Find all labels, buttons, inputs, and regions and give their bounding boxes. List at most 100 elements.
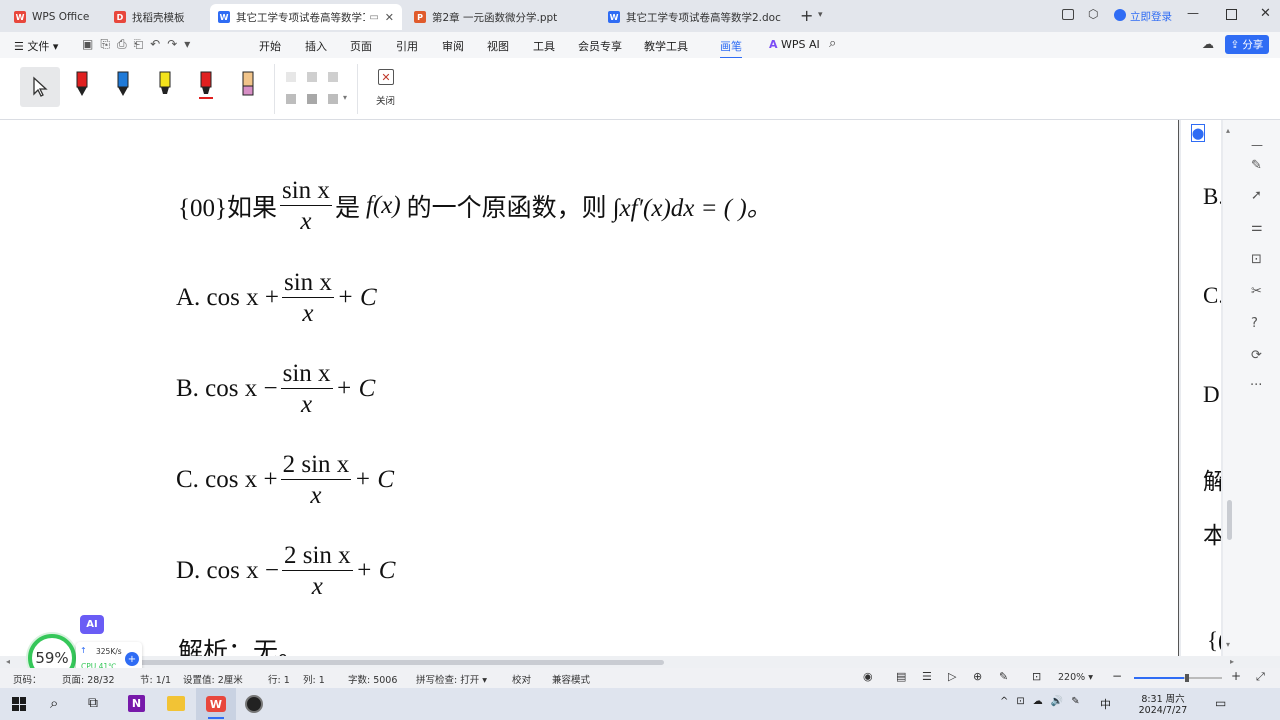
status-page[interactable]: 页码： bbox=[13, 672, 42, 686]
windows-start-icon[interactable] bbox=[12, 697, 26, 711]
tab-review[interactable]: 审阅 bbox=[442, 38, 464, 54]
zoom-slider[interactable] bbox=[1134, 674, 1222, 682]
pen-view-icon[interactable]: ✎ bbox=[999, 670, 1008, 683]
collapse-icon[interactable]: — bbox=[1251, 138, 1263, 152]
next-page-preview[interactable]: ⬤ B. C. D. 解 本 {( bbox=[1181, 120, 1221, 656]
cube-icon[interactable]: ⬡ bbox=[1088, 7, 1098, 21]
color-swatch-light[interactable] bbox=[286, 72, 296, 82]
pen-blue-button[interactable] bbox=[115, 70, 131, 103]
sliders-icon[interactable]: ⚌ bbox=[1251, 220, 1263, 235]
search-icon[interactable]: ⌕ bbox=[50, 694, 58, 712]
scroll-down-icon[interactable]: ▾ bbox=[1226, 640, 1230, 649]
highlighter-yellow-button[interactable] bbox=[157, 70, 173, 103]
select-tool-button[interactable] bbox=[20, 67, 60, 107]
status-spell-check[interactable]: 拼写检查: 打开 ▾ bbox=[416, 672, 487, 686]
monitor-icon[interactable]: ▭ bbox=[369, 12, 378, 23]
tools-icon[interactable]: ✂ bbox=[1251, 284, 1262, 299]
more-icon[interactable]: ··· bbox=[1250, 378, 1262, 393]
status-word-count[interactable]: 字数: 5006 bbox=[348, 672, 397, 686]
vertical-scrollbar[interactable]: ▴ ▾ bbox=[1223, 120, 1240, 656]
scroll-up-icon[interactable]: ▴ bbox=[1226, 126, 1230, 135]
web-view-icon[interactable]: ⊕ bbox=[973, 670, 982, 683]
pen-red-button[interactable] bbox=[74, 70, 90, 103]
notification-icon[interactable]: ▭ bbox=[1215, 696, 1226, 710]
search-icon[interactable]: ⌕ bbox=[829, 36, 836, 51]
tab-reference[interactable]: 引用 bbox=[396, 38, 418, 54]
outline-view-icon[interactable]: ☰ bbox=[922, 670, 932, 683]
login-link[interactable]: 立即登录 bbox=[1130, 9, 1172, 24]
zoom-slider-handle[interactable] bbox=[1185, 674, 1189, 682]
tab-teaching-tools[interactable]: 教学工具 bbox=[644, 38, 688, 54]
fullscreen-icon[interactable]: ⤢ bbox=[1256, 670, 1265, 684]
location-pin-icon[interactable]: ⬤ bbox=[1191, 124, 1205, 142]
zoom-slider-fill bbox=[1134, 677, 1184, 679]
scroll-right-icon[interactable]: ▸ bbox=[1230, 657, 1234, 666]
color-swatch-mid-2[interactable] bbox=[328, 72, 338, 82]
new-tab-icon[interactable]: + bbox=[800, 6, 813, 25]
tab-wps-office[interactable]: W WPS Office bbox=[6, 4, 98, 30]
fit-page-icon[interactable]: ⊡ bbox=[1032, 670, 1041, 683]
zoom-out-icon[interactable]: − bbox=[1112, 669, 1122, 683]
stroke-thin-swatch[interactable] bbox=[286, 94, 296, 104]
scrollbar-thumb[interactable] bbox=[1227, 500, 1232, 540]
restore-icon[interactable] bbox=[1226, 9, 1237, 20]
tab-ppt[interactable]: P 第2章 一元函数微分学.ppt bbox=[406, 4, 596, 30]
document-page[interactable]: {00}如果 sin x x 是 f(x) 的一个原函数，则 ∫xf′(x)dx… bbox=[0, 120, 1179, 656]
eye-icon[interactable]: ◉ bbox=[863, 670, 873, 683]
help-icon[interactable]: ? bbox=[1251, 316, 1258, 331]
file-menu[interactable]: ☰ 文件 ▾ bbox=[14, 38, 58, 54]
clock-time[interactable]: 8:31 周六 bbox=[1140, 691, 1186, 705]
horizontal-scrollbar[interactable]: ◂ ▸ bbox=[0, 656, 1280, 668]
pointer-icon[interactable]: ➚ bbox=[1251, 188, 1262, 203]
status-proofread[interactable]: 校对 bbox=[512, 672, 531, 686]
zoom-select[interactable]: 220% ▾ bbox=[1058, 672, 1093, 683]
ai-badge[interactable]: AI bbox=[80, 615, 104, 634]
system-tray-icons[interactable]: ^⊡☁🔊✎ bbox=[1000, 696, 1088, 707]
h-scrollbar-thumb[interactable] bbox=[130, 660, 664, 665]
share-button[interactable]: ⇪ 分享 bbox=[1225, 35, 1269, 54]
tab-tools[interactable]: 工具 bbox=[533, 38, 555, 54]
eraser-button[interactable] bbox=[240, 70, 256, 103]
taskbar-wps-active[interactable]: W bbox=[196, 688, 236, 720]
clock-date[interactable]: 2024/7/27 bbox=[1134, 705, 1192, 716]
pen-edit-icon[interactable]: ✎ bbox=[1251, 158, 1262, 173]
tab-insert[interactable]: 插入 bbox=[305, 38, 327, 54]
scroll-left-icon[interactable]: ◂ bbox=[6, 657, 10, 666]
close-pen-icon[interactable]: ✕ bbox=[378, 69, 394, 85]
tab-pen[interactable]: 画笔 bbox=[720, 38, 742, 59]
share-tool-icon[interactable]: ⟳ bbox=[1251, 348, 1262, 363]
status-pages[interactable]: 页面: 28/32 bbox=[62, 672, 115, 686]
onenote-icon[interactable]: N bbox=[128, 695, 145, 712]
window-close-icon[interactable]: ✕ bbox=[1260, 6, 1271, 21]
tab-doc-2[interactable]: W 其它工学专项试卷高等数学2.doc bbox=[600, 4, 792, 30]
ime-indicator[interactable]: 中 bbox=[1100, 696, 1111, 712]
play-icon[interactable]: ▷ bbox=[948, 670, 956, 683]
stroke-medium-swatch[interactable] bbox=[307, 94, 317, 104]
quick-access-icons[interactable]: ▣⎘⎙⎗↶↷▾ bbox=[82, 37, 197, 52]
tab-page[interactable]: 页面 bbox=[350, 38, 372, 54]
page-view-icon[interactable]: ▤ bbox=[896, 670, 906, 683]
plus-icon[interactable]: + bbox=[125, 652, 139, 666]
tab-member[interactable]: 会员专享 bbox=[578, 38, 622, 54]
close-pen-label[interactable]: 关闭 bbox=[376, 93, 395, 107]
minimize-icon[interactable]: — bbox=[1187, 6, 1199, 20]
tab-home[interactable]: 开始 bbox=[259, 38, 281, 54]
image-tool-icon[interactable]: ⊡ bbox=[1251, 252, 1262, 267]
tab-close-icon[interactable]: ✕ bbox=[385, 11, 394, 24]
chevron-down-icon[interactable]: ▾ bbox=[818, 10, 823, 20]
tab-view[interactable]: 视图 bbox=[487, 38, 509, 54]
wps-ai-button[interactable]: A WPS AI bbox=[769, 38, 820, 51]
user-avatar-icon[interactable] bbox=[1114, 9, 1126, 21]
cloud-icon[interactable]: ☁ bbox=[1202, 37, 1214, 51]
zoom-in-icon[interactable]: + bbox=[1231, 669, 1241, 683]
file-explorer-icon[interactable] bbox=[167, 696, 185, 711]
stroke-thick-swatch[interactable] bbox=[328, 94, 338, 104]
chevron-down-icon[interactable]: ▾ bbox=[343, 93, 347, 102]
highlighter-red-button[interactable] bbox=[198, 70, 214, 103]
color-swatch-mid[interactable] bbox=[307, 72, 317, 82]
window-mode-icon[interactable] bbox=[1062, 9, 1074, 20]
task-view-icon[interactable]: ⧉ bbox=[88, 695, 98, 711]
obs-icon[interactable] bbox=[245, 695, 263, 713]
tab-template[interactable]: D 找稻壳模板 bbox=[106, 4, 206, 30]
tab-doc-1[interactable]: W 其它工学专项试卷高等数学1.c ▭ ✕ bbox=[210, 4, 402, 30]
